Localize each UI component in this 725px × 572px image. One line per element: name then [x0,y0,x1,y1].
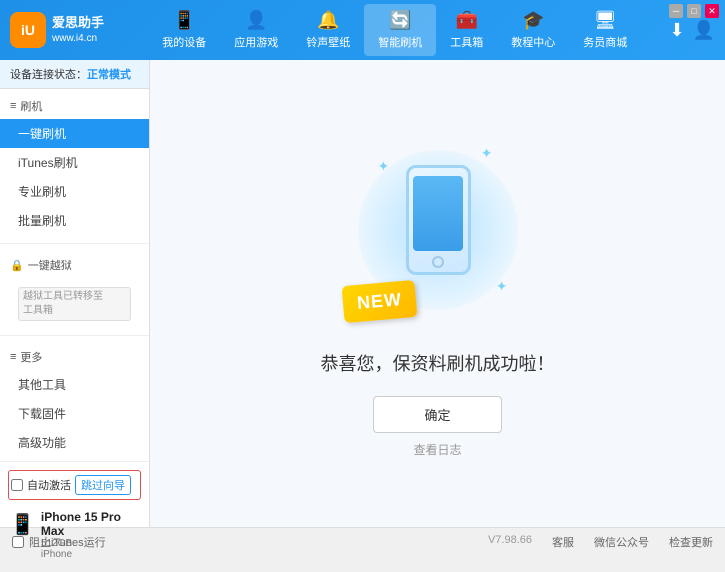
sidebar-item-itunes-flash[interactable]: iTunes刷机 [0,148,149,177]
nav-items: 📱 我的设备 👤 应用游戏 🔔 铃声壁纸 🔄 智能刷机 🧰 工具箱 🎓 教程中心… [120,4,669,56]
status-bar: 设备连接状态：正常模式 [0,60,149,89]
auto-row: 自动激活 跳过向导 [8,470,141,500]
logo-text: 爱思助手 www.i4.cn [52,15,104,45]
nav-smart-flash[interactable]: 🔄 智能刷机 [364,4,436,56]
nav-tutorial[interactable]: 🎓 教程中心 [497,4,569,56]
close-button[interactable]: ✕ [705,4,719,18]
phone-screen [413,176,463,251]
nav-service[interactable]: 🖥 务员商城 [569,4,641,56]
header-right: ⬇ 👤 [669,20,715,41]
phone-body [406,165,471,275]
toolbox-icon: 🧰 [456,10,478,31]
sidebar-item-download-firmware[interactable]: 下载固件 [0,399,149,428]
sidebar-item-advanced[interactable]: 高级功能 [0,428,149,457]
sidebar: 设备连接状态：正常模式 ≡ 刷机 一键刷机 iTunes刷机 专业刷机 批量刷机… [0,60,150,527]
tutorial-icon: 🎓 [522,10,544,31]
nav-apps-games[interactable]: 👤 应用游戏 [220,4,292,56]
apps-games-icon: 👤 [245,10,267,31]
sidebar-item-batch-flash[interactable]: 批量刷机 [0,206,149,235]
ringtones-icon: 🔔 [317,10,339,31]
sidebar-jailbreak-section: 🔒 一键越狱 越狱工具已转移至工具箱 [0,248,149,331]
jailbreak-note: 越狱工具已转移至工具箱 [18,287,131,321]
sidebar-flash-section: ≡ 刷机 一键刷机 iTunes刷机 专业刷机 批量刷机 [0,89,149,239]
more-section-icon: ≡ [10,351,16,363]
sparkle-1: ✦ [378,158,390,175]
minimize-button[interactable]: ─ [669,4,683,18]
window-controls: ─ □ ✕ [669,4,719,18]
success-text: 恭喜您，保资料刷机成功啦！ [321,350,555,376]
guide-button[interactable]: 跳过向导 [75,475,131,495]
sidebar-more-section: ≡ 更多 其他工具 下载固件 高级功能 [0,340,149,461]
new-badge: NEW [341,279,417,322]
jailbreak-section-header: 🔒 一键越狱 [0,252,149,278]
smart-flash-icon: 🔄 [389,10,411,31]
auto-activate-label: 自动激活 [27,477,71,493]
version-label: V7.98.66 [488,534,532,550]
more-section-header: ≡ 更多 [0,344,149,370]
log-link[interactable]: 查看日志 [413,441,461,458]
jailbreak-section-icon: 🔒 [10,259,24,272]
phone-illustration: ✦ ✦ ✦ NEW [338,130,538,330]
flash-section-icon: ≡ [10,100,16,112]
maximize-button[interactable]: □ [687,4,701,18]
confirm-button[interactable]: 确定 [373,396,501,433]
sparkle-3: ✦ [496,278,508,295]
itunes-block-checkbox[interactable] [12,536,24,548]
logo-area: iU 爱思助手 www.i4.cn [10,12,120,48]
auto-activate-checkbox[interactable] [11,479,23,491]
sidebar-item-other-tools[interactable]: 其他工具 [0,370,149,399]
nav-toolbox[interactable]: 🧰 工具箱 [436,4,497,56]
nav-my-device[interactable]: 📱 我的设备 [148,4,220,56]
service-icon: 🖥 [594,10,617,31]
main-layout: 设备连接状态：正常模式 ≡ 刷机 一键刷机 iTunes刷机 专业刷机 批量刷机… [0,60,725,527]
footer-left: 阻止iTunes运行 [12,534,106,550]
sidebar-item-pro-flash[interactable]: 专业刷机 [0,177,149,206]
check-update-link[interactable]: 检查更新 [669,534,713,550]
header: iU 爱思助手 www.i4.cn 📱 我的设备 👤 应用游戏 🔔 铃声壁纸 🔄… [0,0,725,60]
device-type: iPhone [41,549,139,560]
logo-icon: iU [10,12,46,48]
sidebar-item-one-key-flash[interactable]: 一键刷机 [0,119,149,148]
my-device-icon: 📱 [173,10,195,31]
itunes-block-label: 阻止iTunes运行 [29,534,106,550]
footer-right: V7.98.66 客服 微信公众号 检查更新 [488,534,713,550]
customer-service-link[interactable]: 客服 [552,534,574,550]
wechat-link[interactable]: 微信公众号 [594,534,649,550]
download-icon[interactable]: ⬇ [669,20,684,41]
user-icon[interactable]: 👤 [693,20,715,41]
flash-section-header: ≡ 刷机 [0,93,149,119]
sidebar-item-jailbreak: 越狱工具已转移至工具箱 [0,278,149,327]
nav-ringtones[interactable]: 🔔 铃声壁纸 [292,4,364,56]
content-area: ✦ ✦ ✦ NEW 恭喜您，保资料刷机成功啦！ 确定 查看日志 [150,60,725,527]
sparkle-2: ✦ [481,145,493,162]
phone-home-button [432,256,444,268]
sidebar-bottom: 自动激活 跳过向导 📱 iPhone 15 Pro Max 512GB iPho… [0,461,149,572]
